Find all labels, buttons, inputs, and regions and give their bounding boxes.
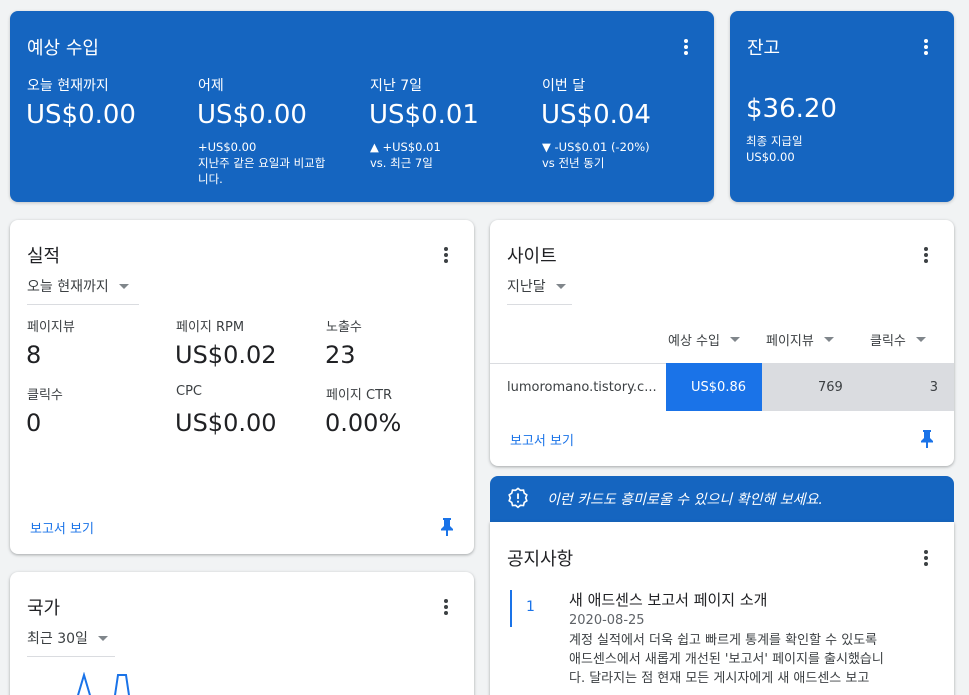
estimated-earnings-more-icon[interactable] (674, 35, 698, 59)
pin-icon[interactable] (439, 517, 455, 537)
sites-period-label: 지난달 (507, 279, 546, 295)
notice-title[interactable]: 새 애드센스 보고서 페이지 소개 (569, 589, 767, 610)
performance-card: 실적 오늘 현재까지 페이지뷰 8 페이지 RPM US$0.02 노출수 23… (10, 220, 474, 554)
metric-pageviews-value: 8 (26, 341, 42, 369)
earnings-7days-value: US$0.01 (369, 100, 479, 130)
earnings-yesterday-comparison: +US$0.00 지난주 같은 요일과 비교합 니다. (198, 140, 326, 186)
earnings-month-value: US$0.04 (541, 100, 651, 130)
chevron-down-icon (97, 635, 108, 641)
site-earnings-cell: US$0.86 (666, 363, 762, 411)
last-payment-value: US$0.00 (746, 150, 795, 164)
balance-title: 잔고 (747, 38, 781, 59)
notice-accent-bar (510, 590, 512, 627)
notices-more-icon[interactable] (914, 546, 938, 570)
column-header-pageviews[interactable]: 페이지뷰 (766, 330, 834, 349)
metric-page-ctr-value: 0.00% (325, 409, 402, 437)
country-more-icon[interactable] (434, 595, 458, 619)
sort-down-icon (823, 337, 834, 342)
last-payment-label: 최종 지급일 (746, 134, 803, 148)
chevron-down-icon (118, 283, 129, 289)
column-header-earnings[interactable]: 예상 수입 (668, 330, 740, 349)
earnings-today-label: 오늘 현재까지 (27, 78, 109, 94)
metric-page-rpm-value: US$0.02 (175, 341, 277, 369)
notices-title: 공지사항 (507, 549, 574, 570)
metric-clicks-label: 클릭수 (27, 388, 63, 403)
earnings-today-value: US$0.00 (26, 100, 136, 130)
sites-period-dropdown[interactable]: 지난달 (507, 276, 572, 305)
performance-more-icon[interactable] (434, 243, 458, 267)
country-chart-peek (77, 672, 130, 695)
site-clicks-cell: 3 (929, 379, 938, 395)
promo-banner[interactable]: 이런 카드도 흥미로울 수 있으니 확인해 보세요. (490, 476, 954, 522)
metric-impressions-value: 23 (325, 341, 356, 369)
sites-more-icon[interactable] (914, 243, 938, 267)
earnings-7days-label: 지난 7일 (370, 78, 422, 94)
promo-text: 이런 카드도 흥미로울 수 있으니 확인해 보세요. (547, 492, 823, 508)
estimated-earnings-card: 예상 수입 오늘 현재까지 US$0.00 어제 US$0.00 +US$0.0… (10, 11, 714, 202)
earnings-yesterday-label: 어제 (198, 78, 224, 94)
notice-item[interactable]: 1 새 애드센스 보고서 페이지 소개 2020-08-25 계정 실적에서 더… (510, 588, 950, 695)
notices-card: 공지사항 1 새 애드센스 보고서 페이지 소개 2020-08-25 계정 실… (490, 522, 954, 695)
metric-pageviews-label: 페이지뷰 (27, 320, 75, 335)
notice-number: 1 (526, 599, 535, 615)
country-card: 국가 최근 30일 (10, 572, 474, 695)
metric-page-rpm-label: 페이지 RPM (176, 320, 245, 335)
info-badge-icon (508, 487, 528, 509)
country-period-label: 최근 30일 (27, 631, 88, 647)
sites-report-link[interactable]: 보고서 보기 (510, 430, 574, 449)
metric-page-ctr-label: 페이지 CTR (326, 388, 393, 403)
pin-icon[interactable] (919, 429, 935, 449)
balance-card: 잔고 $36.20 최종 지급일 US$0.00 (730, 11, 954, 202)
performance-period-label: 오늘 현재까지 (27, 279, 109, 295)
metric-impressions-label: 노출수 (326, 320, 362, 335)
metric-cpc-value: US$0.00 (175, 409, 277, 437)
site-name-cell[interactable]: lumoromano.tistory.c... (507, 363, 657, 411)
metric-cpc-label: CPC (176, 384, 202, 399)
earnings-7days-comparison: ▲ +US$0.01 vs. 최근 7일 (370, 140, 441, 170)
notice-body: 계정 실적에서 더욱 쉽고 빠르게 통계를 확인할 수 있도록 애드센스에서 새… (569, 633, 884, 686)
sort-down-icon (729, 337, 740, 342)
notice-date: 2020-08-25 (569, 613, 645, 628)
earnings-month-comparison: ▼ -US$0.01 (-20%) vs 전년 동기 (542, 140, 650, 170)
country-period-dropdown[interactable]: 최근 30일 (27, 628, 115, 657)
column-header-clicks[interactable]: 클릭수 (870, 330, 926, 349)
estimated-earnings-title: 예상 수입 (27, 38, 99, 59)
sites-card: 사이트 지난달 예상 수입 페이지뷰 클릭수 lumoromano.tistor… (490, 220, 954, 466)
performance-period-dropdown[interactable]: 오늘 현재까지 (27, 276, 139, 305)
sort-down-icon (915, 337, 926, 342)
balance-more-icon[interactable] (914, 35, 938, 59)
sites-title: 사이트 (507, 246, 557, 267)
country-title: 국가 (27, 598, 61, 619)
chevron-down-icon (555, 283, 566, 289)
table-row[interactable]: lumoromano.tistory.c... US$0.86 769 3 (490, 363, 954, 411)
balance-value: $36.20 (746, 94, 837, 124)
performance-title: 실적 (27, 246, 61, 267)
performance-report-link[interactable]: 보고서 보기 (30, 518, 94, 537)
metric-clicks-value: 0 (26, 409, 42, 437)
earnings-yesterday-value: US$0.00 (197, 100, 307, 130)
earnings-month-label: 이번 달 (542, 78, 586, 94)
